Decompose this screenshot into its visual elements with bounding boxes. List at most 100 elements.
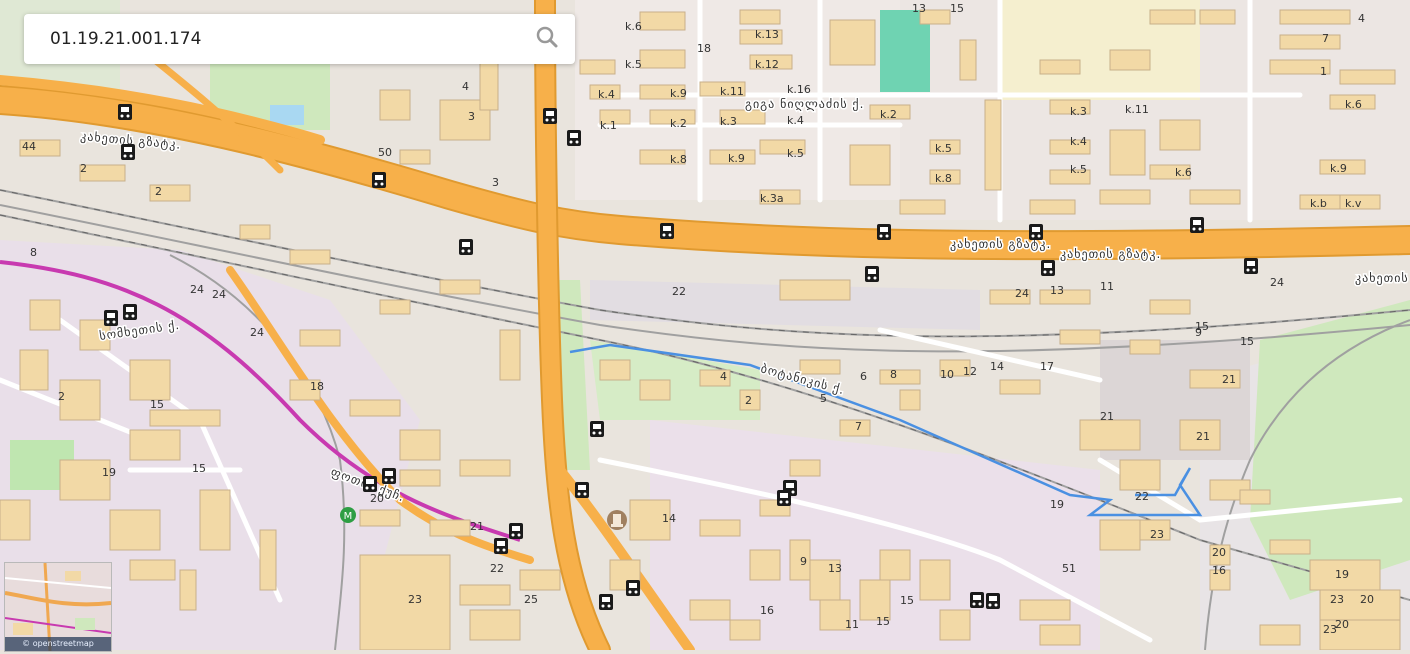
house-number-label: 20 [1360, 593, 1374, 606]
bus-stop-icon[interactable] [543, 108, 557, 124]
bus-stop-icon[interactable] [494, 538, 508, 554]
house-number-label: 14 [990, 360, 1004, 373]
bus-stop-icon[interactable] [104, 310, 118, 326]
bus-stop-icon[interactable] [865, 266, 879, 282]
house-number-label: 1 [1320, 65, 1327, 78]
house-number-label: 23 [1330, 593, 1344, 606]
house-number-label: 13 [1050, 284, 1064, 297]
house-number-label: k.3 [720, 115, 737, 128]
house-number-label: k.3 [1070, 105, 1087, 118]
house-number-label: k.8 [670, 153, 687, 166]
house-number-label: 15 [876, 615, 890, 628]
house-number-label: k.6 [1175, 166, 1192, 179]
monument-icon[interactable] [607, 510, 627, 530]
bus-stop-icon[interactable] [777, 490, 791, 506]
house-number-label: 8 [890, 368, 897, 381]
house-number-label: 2 [745, 394, 752, 407]
bus-stop-icon[interactable] [575, 482, 589, 498]
bus-stop-icon[interactable] [626, 580, 640, 596]
street-label: კახეთის გზატკ. [1060, 247, 1161, 261]
house-number-label: 16 [760, 604, 774, 617]
house-number-label: 21 [1100, 410, 1114, 423]
bus-stop-icon[interactable] [509, 523, 523, 539]
bus-stop-icon[interactable] [121, 144, 135, 160]
bus-stop-icon[interactable] [590, 421, 604, 437]
search-box [24, 14, 575, 64]
house-number-label: 6 [860, 370, 867, 383]
house-number-label: 44 [22, 140, 36, 153]
house-number-label: 9 [800, 555, 807, 568]
house-number-label: 24 [250, 326, 264, 339]
house-number-label: k.4 [1070, 135, 1087, 148]
house-number-label: 10 [940, 368, 954, 381]
house-number-label: 23 [408, 593, 422, 606]
house-number-label: k.11 [720, 85, 744, 98]
house-number-label: 20 [370, 492, 384, 505]
house-number-label: 8 [30, 246, 37, 259]
bus-stop-icon[interactable] [1244, 258, 1258, 274]
bus-stop-icon[interactable] [382, 468, 396, 484]
bus-stop-icon[interactable] [877, 224, 891, 240]
house-number-label: 18 [310, 380, 324, 393]
house-number-label: 18 [697, 42, 711, 55]
house-number-label: k.5 [935, 142, 952, 155]
park-area [1250, 300, 1410, 600]
house-number-label: k.6 [625, 20, 642, 33]
bus-stop-icon[interactable] [123, 304, 137, 320]
house-number-label: 2 [58, 390, 65, 403]
map-canvas[interactable]: კახეთის გზატკ. კახეთის გზატკ. კახეთის გზ… [0, 0, 1410, 654]
house-number-label: 4 [462, 80, 469, 93]
bus-stop-icon[interactable] [986, 593, 1000, 609]
search-input[interactable] [48, 28, 531, 50]
bus-stop-icon[interactable] [567, 130, 581, 146]
house-number-label: 25 [524, 593, 538, 606]
house-number-label: 21 [470, 520, 484, 533]
house-number-label: 15 [950, 2, 964, 15]
house-number-label: 23 [1150, 528, 1164, 541]
house-number-label: 22 [1135, 490, 1149, 503]
minimap[interactable]: © openstreetmap [4, 562, 112, 652]
house-number-label: 19 [1050, 498, 1064, 511]
house-number-label: k.9 [670, 87, 687, 100]
metro-icon[interactable]: M [340, 507, 356, 523]
house-number-label: k.9 [1330, 162, 1347, 175]
bus-stop-icon[interactable] [118, 104, 132, 120]
svg-text:M: M [344, 511, 353, 522]
house-number-label: k.b [1310, 197, 1327, 210]
pool [270, 105, 304, 125]
bus-stop-icon[interactable] [599, 594, 613, 610]
house-number-label: 21 [1222, 373, 1236, 386]
house-number-label: k.2 [670, 117, 687, 130]
house-number-label: k.16 [787, 83, 811, 96]
house-number-label: 21 [1196, 430, 1210, 443]
house-number-label: 2 [80, 162, 87, 175]
search-button[interactable] [531, 23, 563, 55]
bus-stop-icon[interactable] [459, 239, 473, 255]
bus-stop-icon[interactable] [660, 223, 674, 239]
bus-stop-icon[interactable] [970, 592, 984, 608]
house-number-label: 15 [192, 462, 206, 475]
bus-stop-icon[interactable] [1041, 260, 1055, 276]
house-number-label: 20 [1212, 546, 1226, 559]
house-number-label: k.12 [755, 58, 779, 71]
bus-stop-icon[interactable] [372, 172, 386, 188]
bus-stop-icon[interactable] [363, 476, 377, 492]
house-number-label: k.3a [760, 192, 784, 205]
house-number-label: 3 [492, 176, 499, 189]
house-number-label: 14 [662, 512, 676, 525]
house-number-label: 24 [190, 283, 204, 296]
house-number-label: 5 [820, 392, 827, 405]
house-number-label: k.9 [728, 152, 745, 165]
house-number-label: 19 [1335, 568, 1349, 581]
bus-stop-icon[interactable] [1190, 217, 1204, 233]
bus-stop-icon[interactable] [1029, 224, 1043, 240]
map-svg[interactable]: კახეთის გზატკ. კახეთის გზატკ. კახეთის გზ… [0, 0, 1410, 654]
house-number-label: k.5 [625, 58, 642, 71]
house-number-label: 22 [672, 285, 686, 298]
house-number-label: 15 [150, 398, 164, 411]
house-number-label: 17 [1040, 360, 1054, 373]
house-number-label: k.1 [600, 119, 617, 132]
house-number-label: 50 [378, 146, 392, 159]
house-number-label: 51 [1062, 562, 1076, 575]
house-number-label: k.v [1345, 197, 1362, 210]
